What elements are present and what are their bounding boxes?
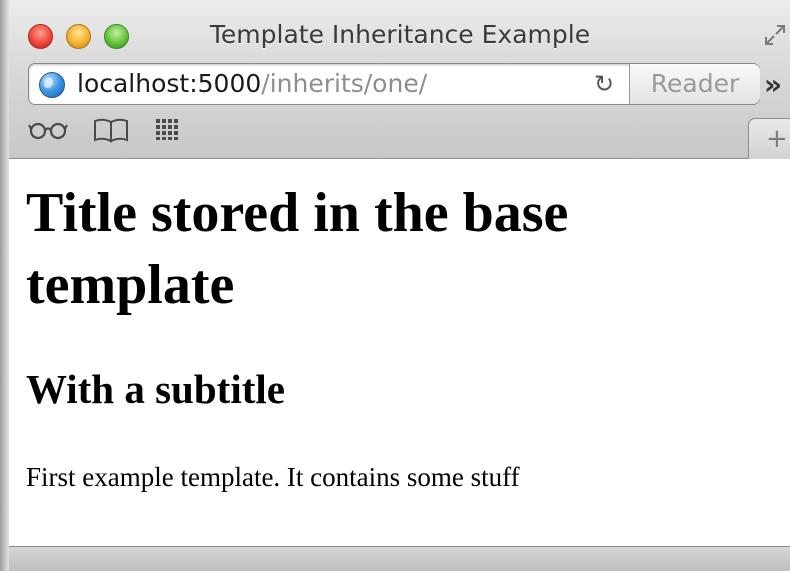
window-edge (0, 0, 9, 571)
new-tab-button[interactable]: + (748, 118, 790, 159)
globe-icon (39, 72, 65, 98)
reader-button[interactable]: Reader (629, 64, 760, 104)
page-body-text: First example template. It contains some… (26, 462, 520, 492)
reading-list-icon[interactable] (28, 116, 70, 142)
zoom-window-button[interactable] (104, 24, 129, 49)
close-window-button[interactable] (28, 24, 53, 49)
url-text[interactable]: localhost:5000/inherits/one/ (77, 70, 427, 98)
page-subtitle: With a subtitle (26, 366, 285, 412)
browser-window: Template Inheritance Example localhost:5… (0, 0, 790, 571)
top-sites-grid-icon[interactable] (154, 116, 184, 142)
url-path: /inherits/one/ (261, 69, 428, 98)
reload-icon[interactable]: ↻ (589, 68, 619, 100)
page-content: Title stored in the base template With a… (9, 159, 790, 546)
url-host: localhost:5000 (77, 69, 262, 98)
window-title: Template Inheritance Example (209, 20, 591, 49)
toolbar-overflow-icon[interactable]: » (764, 68, 782, 101)
address-bar[interactable]: localhost:5000/inherits/one/ ↻ Reader (28, 63, 760, 105)
page-title: Title stored in the base template (26, 182, 569, 316)
bookmarks-book-icon[interactable] (92, 116, 130, 144)
minimize-window-button[interactable] (66, 24, 91, 49)
fullscreen-icon[interactable] (762, 22, 788, 48)
status-bar (0, 546, 790, 571)
browser-toolbar: Template Inheritance Example localhost:5… (0, 0, 790, 159)
